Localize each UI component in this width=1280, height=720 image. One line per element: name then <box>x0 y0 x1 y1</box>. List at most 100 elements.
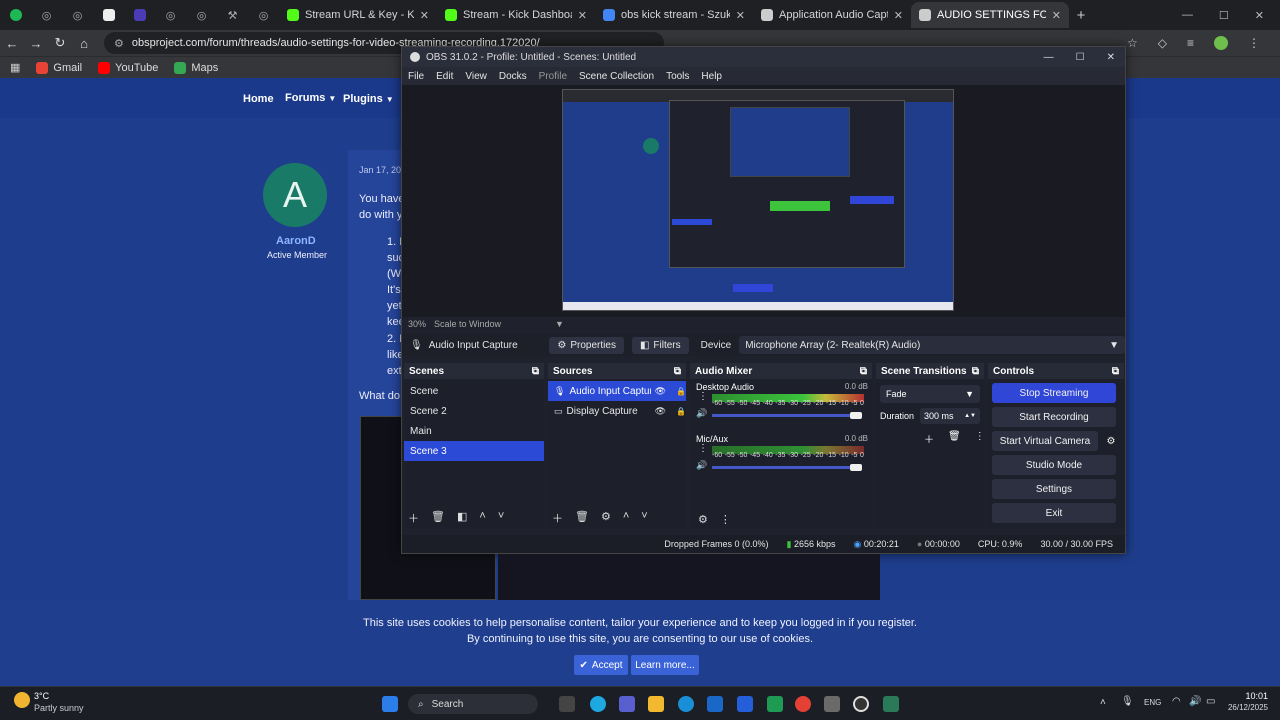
scene-item[interactable]: Main <box>404 421 544 441</box>
source-item[interactable]: 🎙 Audio Input Capture 👁 🔒 <box>548 381 686 401</box>
mic-icon[interactable]: 🎙 <box>1121 696 1134 707</box>
bookmark-gmail[interactable]: Gmail <box>36 61 82 74</box>
source-item[interactable]: ▭ Display Capture 👁 🔒 <box>548 401 686 421</box>
windows-start-icon[interactable] <box>382 696 398 712</box>
post-date[interactable]: Jan 17, 2024 <box>359 165 401 175</box>
browser-tab[interactable]: Stream URL & Key - Kick Dashb ✕ <box>279 2 437 28</box>
stop-streaming-button[interactable]: Stop Streaming <box>992 383 1116 403</box>
nav-forums[interactable]: Forums ▼ <box>285 92 336 104</box>
file-explorer-icon[interactable] <box>648 696 664 712</box>
pinned-tab-8[interactable]: ◎ <box>248 2 279 28</box>
scene-item[interactable]: Scene 3 <box>404 441 544 461</box>
kebab-menu-icon[interactable]: ⋮ <box>698 391 708 402</box>
add-icon[interactable]: ＋ <box>924 431 934 446</box>
trash-icon[interactable]: 🗑 <box>431 510 445 526</box>
browser-tab[interactable]: Stream - Kick Dashboard ✕ <box>437 2 595 28</box>
pinned-tab-6[interactable]: ◎ <box>186 2 217 28</box>
browser-tab[interactable]: AUDIO SETTINGS FOR VIDEO S ✕ <box>911 2 1069 28</box>
volume-slider-knob[interactable] <box>850 412 862 419</box>
scene-item[interactable]: Scene <box>404 381 544 401</box>
pinned-tab-7[interactable]: ⚒ <box>217 2 248 28</box>
settings-button[interactable]: Settings <box>992 479 1116 499</box>
battery-icon[interactable]: ▭ <box>1206 696 1215 707</box>
forward-icon[interactable]: → <box>24 36 48 51</box>
volume-icon[interactable]: 🔊 <box>1189 696 1201 707</box>
clock-time[interactable]: 10:01 <box>1226 691 1268 701</box>
pinned-tab-3[interactable] <box>93 2 124 28</box>
gear-icon[interactable]: ⚙ <box>1104 431 1118 451</box>
excel-icon[interactable] <box>767 696 783 712</box>
extensions-icon[interactable]: ◇ <box>1158 36 1167 50</box>
arrow-down-icon[interactable]: ˅ <box>641 510 647 526</box>
chevron-up-icon[interactable]: ˄ <box>1100 697 1106 708</box>
back-icon[interactable]: ← <box>0 36 24 51</box>
close-tab-icon[interactable]: ✕ <box>420 9 429 22</box>
pinned-tab-5[interactable]: ◎ <box>155 2 186 28</box>
pinned-tab-4[interactable] <box>124 2 155 28</box>
profile-avatar[interactable] <box>1214 36 1228 50</box>
bookmark-youtube[interactable]: YouTube <box>98 61 158 74</box>
undock-icon[interactable]: ⧉ <box>674 366 681 377</box>
pinned-tab-2[interactable]: ◎ <box>62 2 93 28</box>
author-name[interactable]: AaronD <box>276 235 316 247</box>
spin-arrows-icon[interactable]: ▲▼ <box>964 413 976 419</box>
transition-select[interactable]: Fade ▼ <box>880 385 980 403</box>
obs-icon[interactable] <box>853 696 869 712</box>
new-tab-button[interactable]: + <box>1069 7 1093 24</box>
close-icon[interactable]: ✕ <box>1255 9 1264 22</box>
arrow-down-icon[interactable]: ˅ <box>498 510 504 526</box>
undock-icon[interactable]: ⧉ <box>1112 366 1119 377</box>
trash-icon[interactable]: 🗑 <box>948 431 961 446</box>
menu-docks[interactable]: Docks <box>499 71 527 82</box>
device-select[interactable]: Microphone Array (2- Realtek(R) Audio) ▼ <box>739 336 1125 354</box>
add-icon[interactable]: ＋ <box>408 510 419 526</box>
kebab-menu-icon[interactable]: ⋮ <box>975 431 985 446</box>
gear-icon[interactable]: ⚙ <box>698 513 708 526</box>
teams-icon[interactable] <box>619 696 635 712</box>
edge-icon[interactable] <box>678 696 694 712</box>
kebab-menu-icon[interactable]: ⋮ <box>698 443 708 454</box>
filter-icon[interactable]: ◧ <box>457 510 467 526</box>
arrow-up-icon[interactable]: ˄ <box>479 510 485 526</box>
scene-item[interactable]: Scene 2 <box>404 401 544 421</box>
eye-icon[interactable]: 👁 <box>655 386 666 397</box>
menu-tools[interactable]: Tools <box>666 71 689 82</box>
taskbar-search[interactable]: ⌕ Search <box>408 694 538 714</box>
menu-view[interactable]: View <box>465 71 487 82</box>
browser-tab[interactable]: obs kick stream - Szukaj w Goo ✕ <box>595 2 753 28</box>
star-icon[interactable]: ☆ <box>1127 36 1138 50</box>
weather-temp[interactable]: 3°C <box>34 691 49 701</box>
app-icon[interactable] <box>737 696 753 712</box>
kebab-menu-icon[interactable]: ⋮ <box>720 513 731 526</box>
app-icon[interactable] <box>883 696 899 712</box>
maximize-icon[interactable]: ☐ <box>1076 52 1085 63</box>
volume-slider[interactable] <box>712 466 862 469</box>
site-info-icon[interactable]: ⚙ <box>114 37 124 50</box>
scale-mode-select[interactable]: Scale to Window <box>434 319 501 329</box>
start-virtual-camera-button[interactable]: Start Virtual Camera <box>992 431 1098 451</box>
minimize-icon[interactable]: — <box>1044 52 1054 63</box>
obs-preview[interactable] <box>402 85 1125 317</box>
chevron-down-icon[interactable]: ▼ <box>555 319 564 329</box>
author-avatar[interactable]: A <box>263 163 327 227</box>
menu-help[interactable]: Help <box>701 71 722 82</box>
properties-button[interactable]: ⚙ Properties <box>549 336 624 354</box>
start-recording-button[interactable]: Start Recording <box>992 407 1116 427</box>
app-icon[interactable] <box>824 696 840 712</box>
pinned-tab-1[interactable]: ◎ <box>31 2 62 28</box>
learn-more-button[interactable]: Learn more... <box>631 655 699 675</box>
pinned-tab-spotify[interactable] <box>0 2 31 28</box>
task-view-icon[interactable] <box>559 696 575 712</box>
undock-icon[interactable]: ⧉ <box>860 366 867 377</box>
add-icon[interactable]: ＋ <box>552 510 563 526</box>
trash-icon[interactable]: 🗑 <box>575 510 589 526</box>
close-tab-icon[interactable]: ✕ <box>1052 9 1061 22</box>
close-icon[interactable]: ✕ <box>1107 52 1115 63</box>
close-tab-icon[interactable]: ✕ <box>736 9 745 22</box>
studio-mode-button[interactable]: Studio Mode <box>992 455 1116 475</box>
speaker-icon[interactable]: 🔊 <box>696 408 707 419</box>
home-icon[interactable]: ⌂ <box>72 36 96 51</box>
chrome-icon[interactable] <box>795 696 811 712</box>
weather-icon[interactable] <box>14 692 30 708</box>
undock-icon[interactable]: ⧉ <box>532 366 539 377</box>
